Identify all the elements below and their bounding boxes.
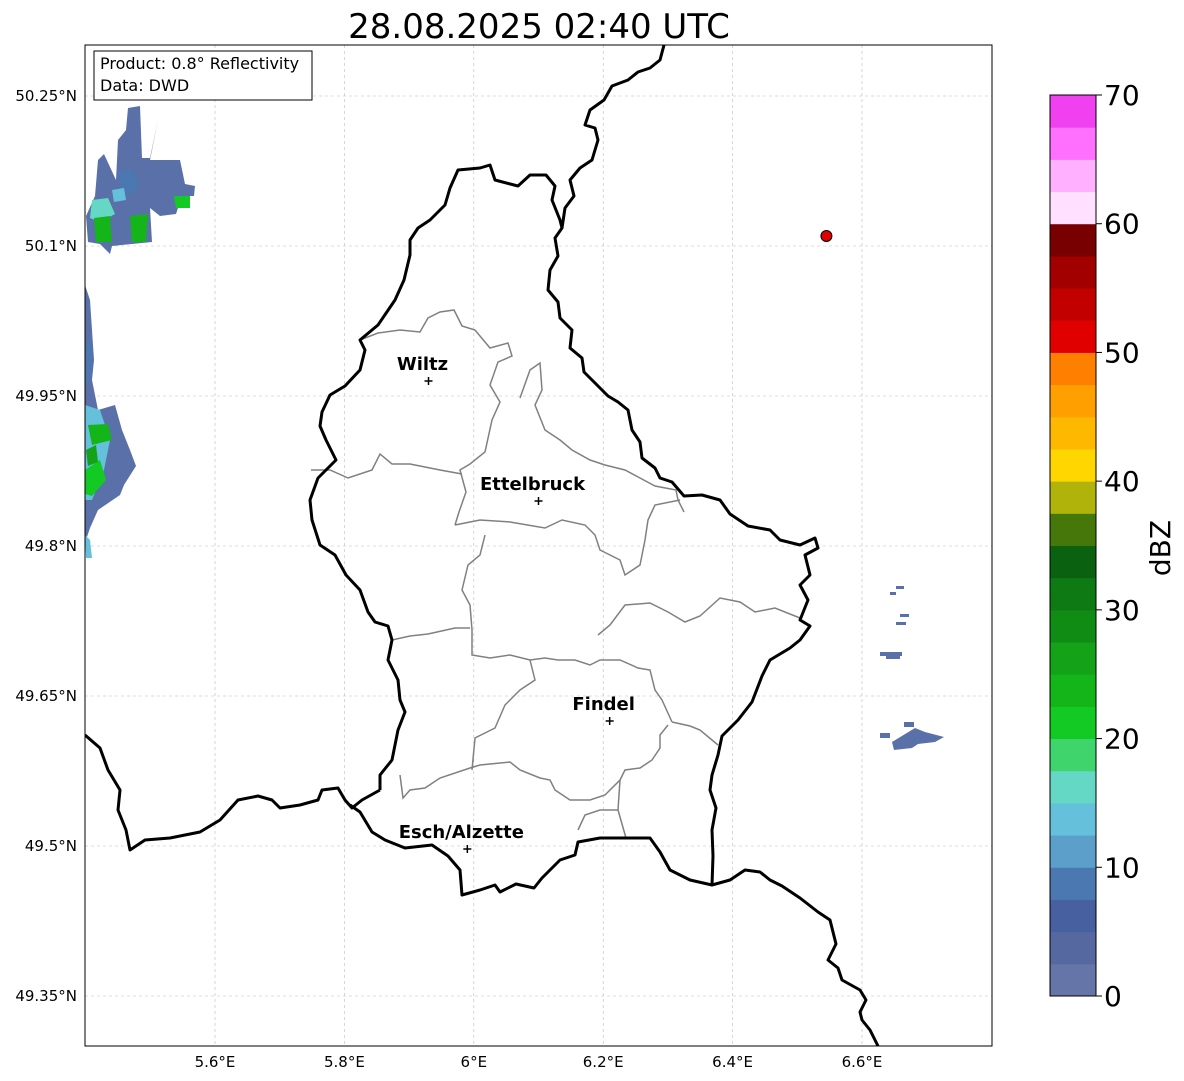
colorbar-tick-label: 40 — [1104, 465, 1140, 498]
colorbar-cell — [1050, 674, 1096, 707]
colorbar-cell — [1050, 609, 1096, 643]
product-label: Product: 0.8° Reflectivity — [100, 54, 299, 73]
colorbar-cell — [1050, 513, 1096, 546]
colorbar-tick-label: 0 — [1104, 980, 1122, 1013]
x-axis-ticks: 5.6°E 5.8°E 6°E 6.2°E 6.4°E 6.6°E — [195, 1053, 883, 1071]
red-point-marker — [820, 230, 833, 242]
colorbar-cell — [1050, 255, 1096, 289]
colorbar-cell — [1050, 867, 1096, 900]
colorbar-cell — [1050, 127, 1096, 160]
colorbar-cell — [1050, 642, 1096, 675]
colorbar-cell — [1050, 931, 1096, 965]
city-label: Wiltz — [397, 354, 448, 375]
colorbar-cell — [1050, 770, 1096, 804]
x-tick-label: 5.6°E — [195, 1053, 236, 1071]
info-box: Product: 0.8° Reflectivity Data: DWD — [93, 50, 313, 101]
y-tick-label: 50.1°N — [25, 237, 77, 255]
colorbar-cell — [1050, 416, 1096, 450]
x-tick-label: 5.8°E — [324, 1053, 365, 1071]
y-tick-label: 49.95°N — [15, 387, 77, 405]
colorbar-tick-label: 50 — [1104, 336, 1140, 369]
y-tick-label: 49.35°N — [15, 987, 77, 1005]
colorbar-cell — [1050, 448, 1096, 482]
y-tick-label: 49.8°N — [25, 537, 77, 555]
colorbar-tick-label: 60 — [1104, 208, 1140, 241]
colorbar-cell — [1050, 159, 1096, 193]
x-tick-label: 6°E — [461, 1053, 488, 1071]
colorbar-cell — [1050, 95, 1096, 128]
colorbar-cell — [1050, 288, 1096, 321]
x-tick-label: 6.4°E — [712, 1053, 753, 1071]
map-title: 28.08.2025 02:40 UTC — [348, 7, 730, 47]
y-tick-label: 49.65°N — [15, 687, 77, 705]
colorbar-tick-label: 10 — [1104, 851, 1140, 884]
map-area — [85, 45, 992, 1046]
radar-map-figure: 28.08.2025 02:40 UTC WiltzEttelbruckFind… — [15, 7, 1177, 1071]
x-tick-label: 6.6°E — [842, 1053, 883, 1071]
colorbar-cells — [1050, 95, 1096, 997]
y-tick-label: 49.5°N — [25, 837, 77, 855]
colorbar-cell — [1050, 802, 1096, 836]
colorbar-label: dBZ — [1144, 520, 1177, 576]
y-axis-ticks: 50.25°N 50.1°N 49.95°N 49.8°N 49.65°N 49.5°N 4… — [15, 87, 77, 1005]
colorbar-cell — [1050, 963, 1096, 997]
colorbar-cell — [1050, 191, 1096, 225]
data-source-label: Data: DWD — [100, 76, 189, 95]
colorbar-cell — [1050, 738, 1096, 772]
colorbar-ticks: 70 60 50 40 30 20 10 0 — [1096, 79, 1140, 1013]
colorbar-cell — [1050, 706, 1096, 740]
colorbar-cell — [1050, 577, 1096, 611]
city-label: Ettelbruck — [480, 474, 586, 495]
colorbar-cell — [1050, 352, 1096, 386]
x-tick-label: 6.2°E — [583, 1053, 624, 1071]
colorbar-cell — [1050, 223, 1096, 257]
colorbar-tick-label: 20 — [1104, 723, 1140, 756]
colorbar: 70 60 50 40 30 20 10 0 dBZ — [1049, 79, 1177, 1013]
city-label: Findel — [572, 694, 635, 715]
colorbar-tick-label: 30 — [1104, 594, 1140, 627]
colorbar-cell — [1050, 384, 1096, 418]
colorbar-tick-label: 70 — [1104, 79, 1140, 112]
colorbar-cell — [1050, 545, 1096, 579]
colorbar-cell — [1050, 835, 1096, 868]
y-tick-label: 50.25°N — [15, 87, 77, 105]
city-label: Esch/Alzette — [399, 822, 524, 843]
colorbar-cell — [1050, 320, 1096, 353]
colorbar-cell — [1050, 481, 1096, 514]
colorbar-cell — [1050, 899, 1096, 933]
